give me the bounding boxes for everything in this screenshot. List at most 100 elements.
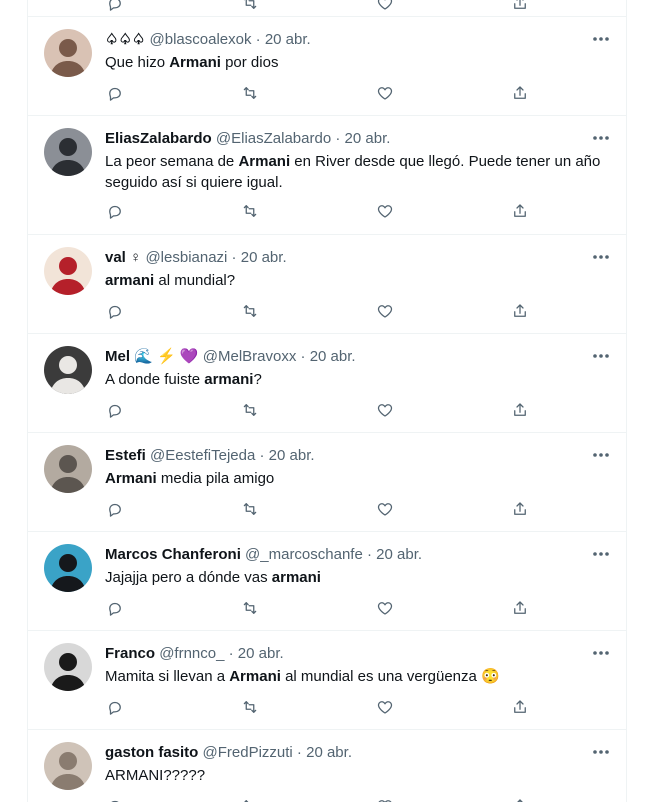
reply-icon bbox=[109, 503, 121, 517]
tweet[interactable]: Franco @frnnco_ · 20 abr. Mamita si lleva… bbox=[28, 631, 626, 730]
share-button[interactable] bbox=[510, 201, 530, 221]
text-segment: media pila amigo bbox=[156, 470, 275, 487]
author-handle[interactable]: @frnnco_ bbox=[159, 645, 224, 662]
more-options-button[interactable] bbox=[590, 445, 612, 465]
tweet-date[interactable]: 20 abr. bbox=[269, 447, 315, 464]
like-button[interactable] bbox=[375, 796, 395, 802]
heart-icon bbox=[378, 800, 392, 802]
retweet-button[interactable] bbox=[240, 201, 260, 221]
avatar[interactable] bbox=[44, 643, 92, 691]
reply-button[interactable] bbox=[105, 598, 125, 618]
tweet-date[interactable]: 20 abr. bbox=[265, 31, 311, 48]
author-handle[interactable]: @MelBravoxx bbox=[203, 348, 297, 365]
retweet-button[interactable] bbox=[240, 598, 260, 618]
share-button[interactable] bbox=[510, 796, 530, 802]
author-name[interactable]: gaston fasito bbox=[105, 744, 198, 761]
highlighted-term: Armani bbox=[169, 54, 221, 71]
heart-icon bbox=[377, 404, 393, 417]
tweet-date[interactable]: 20 abr. bbox=[306, 744, 352, 761]
tweet[interactable]: Estefi @EestefiTejeda · 20 abr. Armani me… bbox=[28, 433, 626, 532]
tweet-text: Armani media pila amigo bbox=[105, 468, 606, 489]
author-handle[interactable]: @FredPizzuti bbox=[203, 744, 293, 761]
tweet[interactable]: ♤♤♤ @blascoalexok · 20 abr. Que hizo Arma… bbox=[28, 17, 626, 116]
like-button[interactable] bbox=[375, 201, 395, 221]
author-name[interactable]: Marcos Chanferoni bbox=[105, 546, 241, 563]
tweet-actions bbox=[105, 697, 535, 717]
author-handle[interactable]: @EestefiTejeda bbox=[150, 447, 255, 464]
reply-button[interactable] bbox=[105, 697, 125, 717]
separator-dot: · bbox=[331, 130, 345, 147]
tweet-date[interactable]: 20 abr. bbox=[310, 348, 356, 365]
retweet-button[interactable] bbox=[240, 0, 260, 13]
more-options-button[interactable] bbox=[590, 742, 612, 762]
tweet[interactable]: Marcos Chanferoni @_marcoschanfe · 20 ab… bbox=[28, 532, 626, 631]
more-options-button[interactable] bbox=[590, 346, 612, 366]
reply-button[interactable] bbox=[105, 796, 125, 802]
retweet-button[interactable] bbox=[240, 499, 260, 519]
tweet-actions bbox=[105, 598, 535, 618]
reply-button[interactable] bbox=[105, 301, 125, 321]
share-button[interactable] bbox=[510, 598, 530, 618]
tweet[interactable]: EliasZalabardo @EliasZalabardo · 20 abr.… bbox=[28, 116, 626, 235]
tweet-date[interactable]: 20 abr. bbox=[376, 546, 422, 563]
tweet-actions bbox=[105, 499, 535, 519]
reply-button[interactable] bbox=[105, 201, 125, 221]
avatar[interactable] bbox=[44, 29, 92, 77]
like-button[interactable] bbox=[375, 301, 395, 321]
author-handle[interactable]: @lesbianazi bbox=[145, 249, 227, 266]
more-options-button[interactable] bbox=[590, 247, 612, 267]
tweet-actions bbox=[105, 301, 535, 321]
author-name[interactable]: EliasZalabardo bbox=[105, 130, 212, 147]
share-button[interactable] bbox=[510, 697, 530, 717]
author-name[interactable]: Estefi bbox=[105, 447, 146, 464]
share-button[interactable] bbox=[510, 0, 530, 13]
share-button[interactable] bbox=[510, 83, 530, 103]
retweet-button[interactable] bbox=[240, 301, 260, 321]
reply-button[interactable] bbox=[105, 400, 125, 420]
author-name[interactable]: Franco bbox=[105, 645, 155, 662]
share-button[interactable] bbox=[510, 301, 530, 321]
avatar[interactable] bbox=[44, 445, 92, 493]
like-button[interactable] bbox=[375, 400, 395, 420]
like-button[interactable] bbox=[375, 598, 395, 618]
more-options-button[interactable] bbox=[590, 643, 612, 663]
like-button[interactable] bbox=[375, 697, 395, 717]
author-name[interactable]: ♤♤♤ bbox=[105, 31, 145, 48]
more-options-button[interactable] bbox=[590, 544, 612, 564]
more-icon bbox=[593, 37, 609, 41]
share-icon bbox=[514, 700, 526, 713]
retweet-button[interactable] bbox=[240, 697, 260, 717]
tweet[interactable]: Mel 🌊 ⚡ 💜 @MelBravoxx · 20 abr. A donde f… bbox=[28, 334, 626, 433]
retweet-button[interactable] bbox=[240, 400, 260, 420]
tweet[interactable]: gaston fasito @FredPizzuti · 20 abr. ARMA… bbox=[28, 730, 626, 802]
retweet-button[interactable] bbox=[240, 83, 260, 103]
name-emoji: ⚡ bbox=[157, 348, 176, 365]
author-name[interactable]: val ♀ bbox=[105, 249, 141, 266]
tweet-date[interactable]: 20 abr. bbox=[345, 130, 391, 147]
author-handle[interactable]: @blascoalexok bbox=[150, 31, 252, 48]
avatar[interactable] bbox=[44, 346, 92, 394]
like-button[interactable] bbox=[375, 83, 395, 103]
tweet-text: Que hizo Armani por dios bbox=[105, 52, 606, 73]
avatar[interactable] bbox=[44, 247, 92, 295]
like-button[interactable] bbox=[375, 0, 395, 13]
retweet-button[interactable] bbox=[240, 796, 260, 802]
author-handle[interactable]: @EliasZalabardo bbox=[216, 130, 331, 147]
share-button[interactable] bbox=[510, 400, 530, 420]
like-button[interactable] bbox=[375, 499, 395, 519]
tweet-date[interactable]: 20 abr. bbox=[238, 645, 284, 662]
avatar[interactable] bbox=[44, 128, 92, 176]
reply-button[interactable] bbox=[105, 83, 125, 103]
reply-button[interactable] bbox=[105, 0, 125, 13]
more-options-button[interactable] bbox=[590, 29, 612, 49]
tweet-timeline: ♤♤♤ @blascoalexok · 20 abr. Que hizo Arma… bbox=[27, 0, 627, 802]
more-options-button[interactable] bbox=[590, 128, 612, 148]
tweet[interactable]: val ♀ @lesbianazi · 20 abr. armani al mun… bbox=[28, 235, 626, 334]
author-handle[interactable]: @_marcoschanfe bbox=[245, 546, 363, 563]
tweet-date[interactable]: 20 abr. bbox=[241, 249, 287, 266]
avatar[interactable] bbox=[44, 742, 92, 790]
reply-button[interactable] bbox=[105, 499, 125, 519]
avatar[interactable] bbox=[44, 544, 92, 592]
share-button[interactable] bbox=[510, 499, 530, 519]
author-name[interactable]: Mel bbox=[105, 348, 130, 365]
